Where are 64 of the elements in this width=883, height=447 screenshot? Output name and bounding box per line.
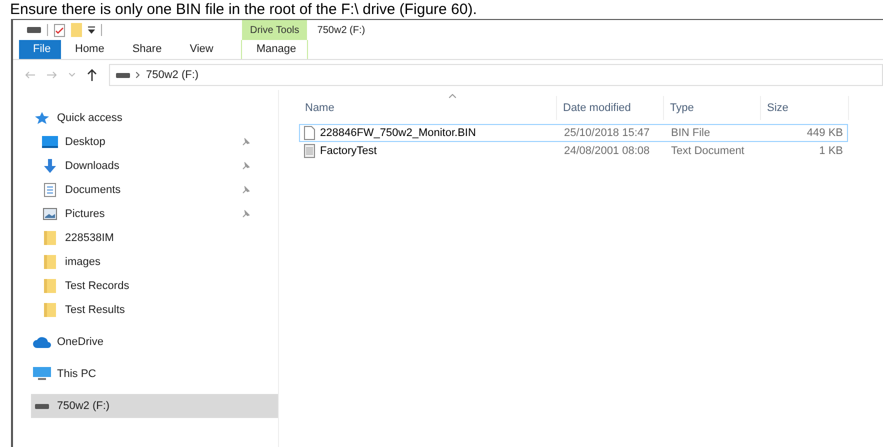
nav-item[interactable]: Test Records [31,274,278,298]
nav-item[interactable]: images [31,250,278,274]
picture-icon [43,208,57,220]
nav-item[interactable]: This PC [31,362,278,386]
date-modified: 24/08/2001 08:08 [563,144,651,159]
desktop-icon [42,136,58,148]
sort-caret-icon [449,94,456,98]
file-icon [304,126,315,140]
window-title: 750w2 (F:) [317,24,366,38]
file-name: FactoryTest [320,144,377,159]
star-icon [35,112,49,124]
address-path[interactable]: 750w2 (F:) [146,66,199,84]
cloud-icon [33,336,51,348]
down-arrow-icon [43,159,57,173]
drive-icon[interactable] [27,27,41,33]
folder-icon [44,279,56,293]
column-header[interactable]: Size [761,96,849,120]
folder-icon [44,303,56,317]
nav-item[interactable]: Desktop [31,130,278,154]
drive-icon [35,404,49,408]
nav-item[interactable]: OneDrive [31,330,278,354]
column-header[interactable]: Name [299,96,557,120]
ribbon-tab[interactable]: File [19,40,61,59]
drive-icon [116,72,130,78]
pin-icon[interactable] [242,162,250,170]
folder-icon [44,231,56,245]
address-bar[interactable]: 750w2 (F:) [109,64,883,86]
date-modified: 25/10/2018 15:47 [563,126,651,141]
ribbon-tab[interactable]: Manage [241,40,308,59]
file-size: 449 KB [806,126,844,141]
nav-item[interactable]: 228538IM [31,226,278,250]
nav-item[interactable]: Pictures [31,202,278,226]
up-arrow-icon[interactable] [87,69,97,81]
chevron-icon [136,72,140,78]
monitor-icon [33,367,51,381]
file-type: Text Document [670,144,746,159]
folder-icon [44,255,56,269]
file-type: BIN File [670,126,712,141]
column-header[interactable]: Type [664,96,761,120]
nav-item[interactable]: Documents [31,178,278,202]
pin-icon[interactable] [242,138,250,146]
column-header[interactable]: Date modified [557,96,664,120]
contextual-tab-header: Drive Tools [242,20,308,40]
pin-icon[interactable] [242,186,250,194]
ribbon-tab[interactable]: Share [118,40,176,59]
caret-icon[interactable] [69,73,75,77]
ribbon-tab[interactable]: Home [61,40,118,59]
document-icon [44,183,56,197]
pin-icon[interactable] [242,210,250,218]
nav-item[interactable]: 750w2 (F:) [31,394,278,418]
ribbon-tab[interactable]: View [176,40,228,59]
nav-item[interactable]: Downloads [31,154,278,178]
back-arrow-icon[interactable] [25,71,35,79]
dropdown-icon[interactable] [88,26,95,34]
file-row[interactable]: 228846FW_750w2_Monitor.BIN 25/10/2018 15:47 BIN File 449 KB [299,124,848,142]
text-file-icon [304,144,315,158]
document-text: Ensure there is only one BIN file in the root of the F:\ drive (Figure 60). [10,0,477,18]
nav-item[interactable]: Test Results [31,298,278,322]
file-name: 228846FW_750w2_Monitor.BIN [320,126,476,141]
file-size: 1 KB [818,144,844,159]
forward-arrow-icon[interactable] [47,71,57,79]
nav-item[interactable]: Quick access [31,106,278,130]
properties-icon[interactable] [54,24,65,36]
file-row[interactable]: FactoryTest 24/08/2001 08:08 Text Document 1 KB [299,142,848,160]
